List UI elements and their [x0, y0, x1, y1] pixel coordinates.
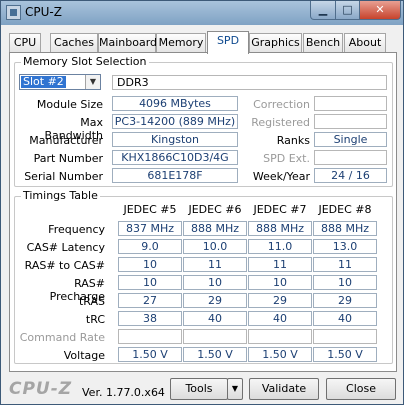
timings-cell: 888 MHz — [313, 221, 377, 236]
week-year-value: 24 / 16 — [314, 168, 387, 183]
registered-value — [314, 114, 387, 129]
timings-cell: 11 — [313, 257, 377, 272]
timings-column-header: JEDEC #8 — [318, 203, 372, 216]
tab-bench[interactable]: Bench — [303, 33, 343, 53]
serial-number-value: 681E178F — [112, 168, 238, 183]
tab-about[interactable]: About — [344, 33, 386, 53]
serial-number-label: Serial Number — [24, 170, 103, 183]
tab-graphics[interactable]: Graphics — [249, 33, 302, 53]
manufacturer-label: Manufacturer — [29, 134, 103, 147]
correction-label: Correction — [253, 98, 310, 111]
timings-cell: 888 MHz — [248, 221, 312, 236]
version-label: Ver. 1.77.0.x64 — [82, 386, 165, 399]
timings-column-header: JEDEC #7 — [253, 203, 307, 216]
cpuz-window: CPU-Z ▁ □ ✕ CPU Caches Mainboard Memory … — [0, 0, 404, 405]
timings-cell: 1.50 V — [118, 347, 182, 362]
timings-cell: 9.0 — [118, 239, 182, 254]
timings-cell: 40 — [248, 311, 312, 326]
timings-row-label: tRAS — [78, 295, 105, 308]
timings-cell: 10.0 — [183, 239, 247, 254]
timings-cell: 1.50 V — [183, 347, 247, 362]
timings-cell: 27 — [118, 293, 182, 308]
timings-cell: 40 — [183, 311, 247, 326]
timings-cell: 10 — [183, 275, 247, 290]
ranks-label: Ranks — [276, 134, 310, 147]
timings-cell: 29 — [248, 293, 312, 308]
timings-cell: 38 — [118, 311, 182, 326]
timings-row-label: RAS# to CAS# — [24, 259, 105, 272]
minimize-button[interactable]: ▁ — [310, 1, 336, 20]
timings-cell: 29 — [183, 293, 247, 308]
title-bar[interactable]: CPU-Z ▁ □ ✕ — [1, 1, 403, 25]
chevron-down-icon: ▼ — [231, 384, 239, 393]
max-bandwidth-value: PC3-14200 (889 MHz) — [112, 114, 238, 129]
timings-group: Timings Table JEDEC #5 JEDEC #6 JEDEC #7 JE… — [14, 189, 393, 364]
part-number-label: Part Number — [33, 152, 103, 165]
timings-cell — [313, 329, 377, 344]
memory-type-field: DDR3 — [112, 75, 387, 90]
timings-cell — [118, 329, 182, 344]
timings-cell: 837 MHz — [118, 221, 182, 236]
spd-panel: Memory Slot Selection Slot #2 ▼ DDR3 Mod… — [9, 52, 397, 372]
memory-slot-group-title: Memory Slot Selection — [21, 55, 149, 68]
close-icon: ✕ — [375, 3, 385, 16]
timings-column-header: JEDEC #6 — [188, 203, 242, 216]
spd-ext-label: SPD Ext. — [263, 152, 310, 165]
timings-row-label: CAS# Latency — [26, 241, 105, 254]
memory-slot-group: Memory Slot Selection Slot #2 ▼ DDR3 Mod… — [14, 55, 393, 187]
correction-value — [314, 96, 387, 111]
timings-row-label: Command Rate — [19, 331, 105, 344]
timings-cell: 10 — [118, 257, 182, 272]
timings-cell: 11 — [248, 257, 312, 272]
part-number-value: KHX1866C10D3/4G — [112, 150, 238, 165]
slot-select[interactable]: Slot #2 ▼ — [19, 74, 101, 90]
maximize-icon: □ — [342, 3, 353, 16]
tab-caches[interactable]: Caches — [50, 33, 98, 53]
tools-dropdown-button[interactable]: ▼ — [227, 378, 243, 400]
manufacturer-value: Kingston — [112, 132, 238, 147]
chevron-down-icon: ▼ — [85, 75, 100, 89]
validate-button[interactable]: Validate — [249, 378, 319, 400]
maximize-button[interactable]: □ — [335, 1, 360, 20]
timings-cell: 29 — [313, 293, 377, 308]
tab-spd[interactable]: SPD — [207, 31, 249, 54]
close-button[interactable]: Close — [326, 378, 396, 400]
week-year-label: Week/Year — [252, 170, 310, 183]
close-window-button[interactable]: ✕ — [359, 1, 401, 20]
tab-cpu[interactable]: CPU — [9, 33, 41, 53]
module-size-value: 4096 MBytes — [112, 96, 238, 111]
timings-cell: 40 — [313, 311, 377, 326]
timings-cell: 11 — [183, 257, 247, 272]
ranks-value: Single — [314, 132, 387, 147]
tab-mainboard[interactable]: Mainboard — [98, 33, 157, 53]
timings-cell: 1.50 V — [248, 347, 312, 362]
timings-cell — [183, 329, 247, 344]
timings-column-header: JEDEC #5 — [123, 203, 177, 216]
cpuz-logo: CPU-Z — [9, 379, 73, 399]
timings-cell: 10 — [248, 275, 312, 290]
timings-cell: 10 — [118, 275, 182, 290]
timings-group-title: Timings Table — [21, 189, 100, 202]
minimize-icon: ▁ — [318, 3, 328, 16]
timings-row-label: Voltage — [63, 349, 105, 362]
cpuz-app-icon — [6, 5, 21, 20]
timings-cell: 10 — [313, 275, 377, 290]
registered-label: Registered — [251, 116, 310, 129]
module-size-label: Module Size — [36, 98, 103, 111]
timings-cell: 13.0 — [313, 239, 377, 254]
slot-select-value: Slot #2 — [21, 75, 66, 88]
timings-cell — [248, 329, 312, 344]
tools-button[interactable]: Tools — [170, 378, 228, 400]
tab-memory[interactable]: Memory — [156, 33, 206, 53]
timings-cell: 11.0 — [248, 239, 312, 254]
timings-row-label: Frequency — [48, 223, 105, 236]
timings-cell: 1.50 V — [313, 347, 377, 362]
spd-ext-value — [314, 150, 387, 165]
timings-cell: 888 MHz — [183, 221, 247, 236]
window-title: CPU-Z — [25, 5, 62, 19]
timings-row-label: tRC — [85, 313, 105, 326]
